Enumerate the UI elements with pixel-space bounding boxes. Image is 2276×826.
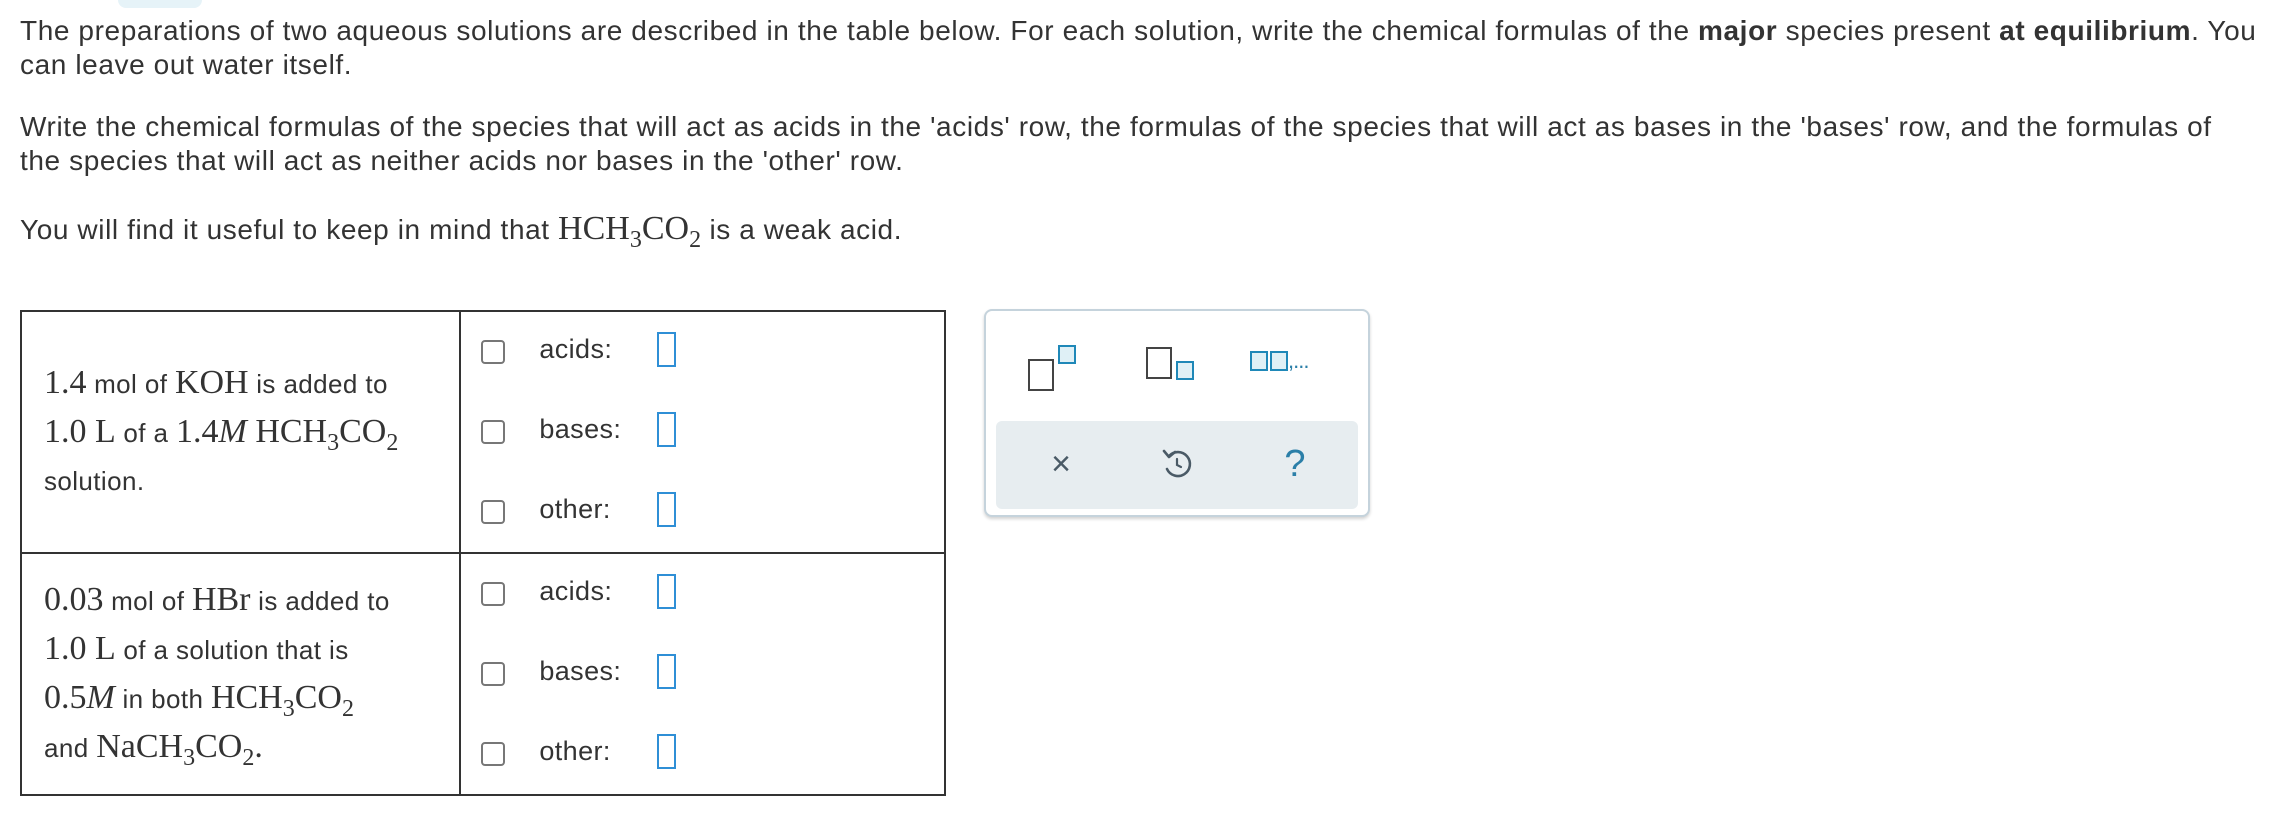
- acids-answer-input[interactable]: [657, 332, 677, 367]
- answer-row-bases: bases:: [461, 392, 944, 472]
- problem-2-answers: acids: bases: other:: [459, 552, 946, 796]
- bases-answer-input[interactable]: [657, 654, 677, 689]
- undo-icon[interactable]: [1152, 439, 1202, 489]
- acids-label: acids:: [539, 334, 613, 364]
- hint-text: You will find it useful to keep in mind …: [20, 214, 559, 245]
- instructions-paragraph-1: The preparations of two aqueous solution…: [20, 14, 2260, 82]
- bases-checkbox[interactable]: [481, 420, 506, 444]
- subscript-template-icon[interactable]: [1146, 345, 1202, 393]
- answer-row-acids: acids:: [461, 554, 944, 634]
- list-template-icon[interactable]: ,...: [1250, 347, 1340, 387]
- other-checkbox[interactable]: [481, 500, 506, 524]
- superscript-template-icon[interactable]: [1028, 345, 1084, 393]
- top-tab-decoration: [118, 0, 202, 8]
- answer-row-other: other:: [461, 472, 944, 552]
- problem-2-description: 0.03 mol of HBr is added to 1.0 L of a s…: [19, 552, 462, 796]
- problem-table: 1.4 mol of KOH is added to 1.0 L of a 1.…: [19, 310, 946, 796]
- emphasis-major: major: [1698, 15, 1778, 46]
- emphasis-at-equilibrium: at equilibrium: [1999, 15, 2192, 46]
- answer-row-bases: bases:: [461, 634, 944, 714]
- acids-checkbox[interactable]: [481, 582, 506, 606]
- bases-label: bases:: [539, 656, 622, 686]
- bases-checkbox[interactable]: [481, 662, 506, 686]
- bases-label: bases:: [539, 414, 622, 444]
- problem-row-2: 0.03 mol of HBr is added to 1.0 L of a s…: [19, 552, 946, 796]
- problem-1-description: 1.4 mol of KOH is added to 1.0 L of a 1.…: [19, 310, 462, 554]
- weak-acid-formula: HCH3CO2: [558, 210, 702, 253]
- instructions-text: The preparations of two aqueous solution…: [20, 15, 1699, 46]
- instructions-text: species present: [1777, 15, 2000, 46]
- problem-1-answers: acids: bases: other:: [459, 310, 946, 554]
- instructions-paragraph-2: Write the chemical formulas of the speci…: [20, 111, 2212, 176]
- problem-row-1: 1.4 mol of KOH is added to 1.0 L of a 1.…: [19, 310, 946, 554]
- acids-answer-input[interactable]: [657, 574, 677, 609]
- acids-checkbox[interactable]: [481, 340, 506, 364]
- clear-icon[interactable]: ×: [1036, 439, 1086, 489]
- palette-action-bar: × ?: [996, 421, 1358, 509]
- acids-label: acids:: [539, 576, 613, 606]
- answer-row-acids: acids:: [461, 312, 944, 392]
- other-label: other:: [539, 494, 611, 524]
- formula-palette: ,... × ?: [984, 309, 1370, 517]
- other-answer-input[interactable]: [657, 734, 677, 769]
- other-label: other:: [539, 736, 611, 766]
- hint-text: is a weak acid.: [701, 214, 903, 245]
- other-answer-input[interactable]: [657, 492, 677, 527]
- instructions-paragraph-3: You will find it useful to keep in mind …: [20, 210, 2260, 253]
- bases-answer-input[interactable]: [657, 412, 677, 447]
- other-checkbox[interactable]: [481, 742, 506, 766]
- answer-row-other: other:: [461, 714, 944, 794]
- help-icon[interactable]: ?: [1270, 439, 1320, 489]
